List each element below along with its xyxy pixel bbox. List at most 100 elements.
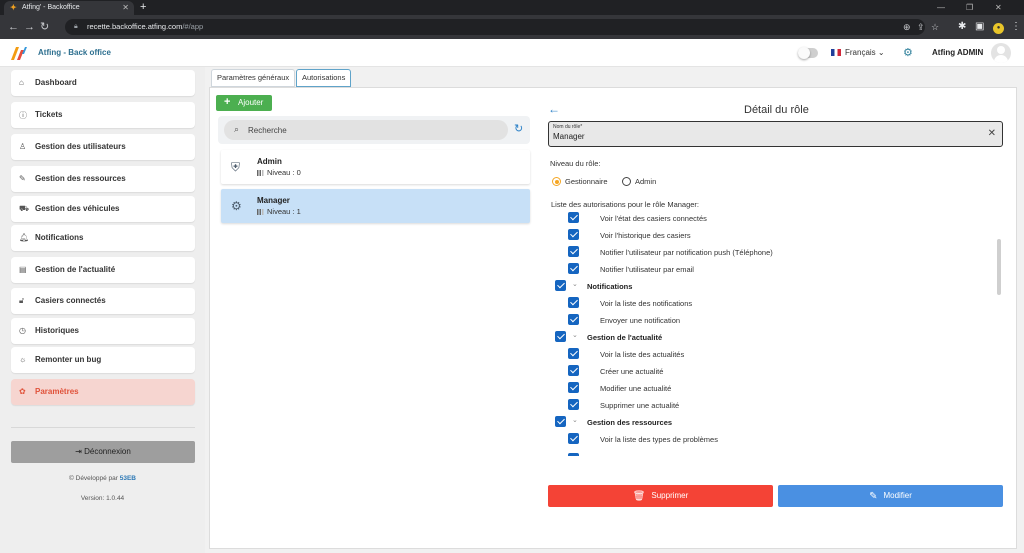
browser-profile-icon[interactable]: ●	[993, 23, 1004, 34]
sidebar-item-tickets[interactable]: ⓘ Tickets	[11, 102, 195, 128]
language-select[interactable]: Français ⌄	[831, 48, 885, 57]
permission-checkbox[interactable]	[568, 348, 579, 359]
new-tab-button[interactable]: +	[140, 0, 146, 15]
share-icon[interactable]: ⇪	[917, 19, 925, 35]
sidebar-item-vehicles[interactable]: ⛟ Gestion des véhicules	[11, 196, 195, 222]
close-tab-icon[interactable]: ✕	[122, 1, 129, 15]
permission-group-checkbox[interactable]	[555, 280, 566, 291]
search-icon: ⌕	[234, 124, 240, 134]
chevron-down-icon[interactable]: ⌄	[572, 331, 578, 339]
sidebar-item-report-bug[interactable]: ☼ Remonter un bug	[11, 347, 195, 373]
sidebar-item-label: Gestion de l'actualité	[35, 265, 116, 274]
sidebar-item-notifications[interactable]: 🔔︎ Notifications	[11, 225, 195, 251]
forward-arrow-icon[interactable]: →	[24, 19, 35, 35]
reload-icon[interactable]: ↻	[40, 19, 49, 35]
sidebar-item-history[interactable]: ◷ Historiques	[11, 318, 195, 344]
sidebar-divider	[11, 427, 195, 428]
radio-gestionnaire[interactable]	[552, 177, 561, 186]
radio-admin[interactable]	[622, 177, 631, 186]
app-version: Version: 1.0.44	[80, 495, 125, 502]
sidebar-item-dashboard[interactable]: ⌂ Dashboard	[11, 70, 195, 96]
permission-group-checkbox[interactable]	[555, 331, 566, 342]
search-field[interactable]: ⌕	[224, 120, 508, 140]
extensions-icon[interactable]: ✱	[958, 19, 966, 35]
clear-icon[interactable]: ✕	[988, 128, 996, 139]
logout-button[interactable]: ⇥ Déconnexion	[11, 441, 195, 463]
browser-tab[interactable]: ✦ Atfing' - Backoffice ✕	[4, 1, 134, 15]
app-header: Atfing - Back office Français ⌄ ⚙ Atfing…	[0, 39, 1024, 67]
user-name: Atfing ADMIN	[932, 48, 984, 57]
browser-tabbar: ✦ Atfing' - Backoffice ✕ + — ❐ ✕	[0, 0, 1024, 15]
sidebar-item-label: Historiques	[35, 326, 80, 335]
close-window-icon[interactable]: ✕	[995, 0, 1002, 15]
delete-button[interactable]: 🗑︎ Supprimer	[548, 485, 773, 507]
refresh-icon[interactable]: ↻	[514, 122, 523, 135]
minimize-icon[interactable]: —	[937, 0, 945, 15]
tab-authorizations[interactable]: Autorisations	[296, 69, 352, 87]
locker-icon: 🔓︎	[19, 296, 25, 305]
pencil-icon: ✎	[869, 491, 878, 502]
permissions-scrollbar[interactable]	[997, 239, 1001, 295]
developer-name[interactable]: 53EB	[120, 475, 136, 482]
add-role-button[interactable]: + Ajouter	[216, 95, 272, 111]
developed-by-label: Développé par	[75, 475, 118, 482]
sidebar-item-label: Remonter un bug	[35, 355, 102, 364]
role-name: Manager	[257, 196, 290, 205]
role-level-text: Niveau : 0	[267, 168, 301, 177]
chevron-down-icon[interactable]: ⌄	[572, 280, 578, 288]
info-icon: ⓘ	[19, 111, 27, 120]
install-app-icon[interactable]: ⊕	[903, 19, 911, 35]
permission-checkbox[interactable]	[568, 365, 579, 376]
sidebar: ⌂ Dashboard ⓘ Tickets ♙ Gestion des util…	[0, 67, 205, 553]
edit-button[interactable]: ✎ Modifier	[778, 485, 1003, 507]
permission-checkbox[interactable]	[568, 453, 579, 456]
permission-group-label: Gestion de l'actualité	[587, 333, 663, 342]
bookmark-star-icon[interactable]: ☆	[931, 19, 939, 35]
permission-checkbox[interactable]	[568, 399, 579, 410]
permission-checkbox[interactable]	[568, 433, 579, 444]
sidebar-item-users[interactable]: ♙ Gestion des utilisateurs	[11, 134, 195, 160]
settings-gear-icon[interactable]: ⚙	[903, 46, 913, 59]
home-icon: ⌂	[19, 78, 24, 87]
role-name-field[interactable]: Nom du rôle* Manager ✕	[548, 121, 1003, 147]
tab-general-settings[interactable]: Paramètres généraux	[211, 69, 296, 87]
permission-label: Voir la liste des types de problèmes	[600, 435, 718, 444]
chevron-down-icon: ⌄	[877, 48, 885, 57]
sidebar-item-lockers[interactable]: 🔓︎ Casiers connectés	[11, 288, 195, 314]
permission-item-partial	[548, 450, 994, 456]
theme-toggle[interactable]	[798, 47, 818, 59]
sidebar-item-settings[interactable]: ✿ Paramètres	[11, 379, 195, 405]
permission-checkbox[interactable]	[568, 263, 579, 274]
permission-checkbox[interactable]	[568, 314, 579, 325]
sidebar-item-label: Notifications	[35, 233, 84, 242]
search-input[interactable]	[248, 123, 498, 137]
address-bar[interactable]: 🔒︎ recette.backoffice.atfing.com/#/app	[65, 19, 925, 35]
back-arrow-icon[interactable]: ←	[548, 102, 560, 116]
permission-checkbox[interactable]	[568, 382, 579, 393]
trash-icon: 🗑︎	[632, 491, 646, 502]
sidepanel-icon[interactable]: ▣	[975, 19, 984, 35]
user-avatar[interactable]	[991, 43, 1011, 63]
browser-tab-title: Atfing' - Backoffice	[22, 4, 80, 11]
permission-group-checkbox[interactable]	[555, 416, 566, 427]
news-icon: ▤	[19, 265, 27, 274]
permission-checkbox[interactable]	[568, 297, 579, 308]
permission-checkbox[interactable]	[568, 246, 579, 257]
chevron-down-icon[interactable]: ⌄	[572, 416, 578, 424]
role-name-value[interactable]: Manager	[553, 132, 585, 141]
back-arrow-icon[interactable]: ←	[8, 19, 19, 35]
browser-menu-icon[interactable]: ⋮	[1011, 19, 1021, 35]
browser-toolbar: ← → ↻ 🔒︎ recette.backoffice.atfing.com/#…	[0, 15, 1024, 39]
sidebar-item-news[interactable]: ▤ Gestion de l'actualité	[11, 257, 195, 283]
permission-item: Modifier une actualité	[548, 379, 994, 396]
sidebar-item-label: Casiers connectés	[35, 296, 106, 305]
permission-item: Notifier l'utilisateur par notification …	[548, 243, 994, 260]
sidebar-item-resources[interactable]: ✎ Gestion des ressources	[11, 166, 195, 192]
role-item-manager[interactable]: ⚙ Manager Niveau : 1	[221, 189, 530, 223]
role-item-admin[interactable]: ⛨ Admin Niveau : 0	[221, 150, 530, 184]
role-level-text: Niveau : 1	[267, 207, 301, 216]
lock-icon: 🔒︎	[74, 23, 78, 30]
permission-checkbox[interactable]	[568, 229, 579, 240]
permission-checkbox[interactable]	[568, 212, 579, 223]
restore-icon[interactable]: ❐	[966, 0, 973, 15]
